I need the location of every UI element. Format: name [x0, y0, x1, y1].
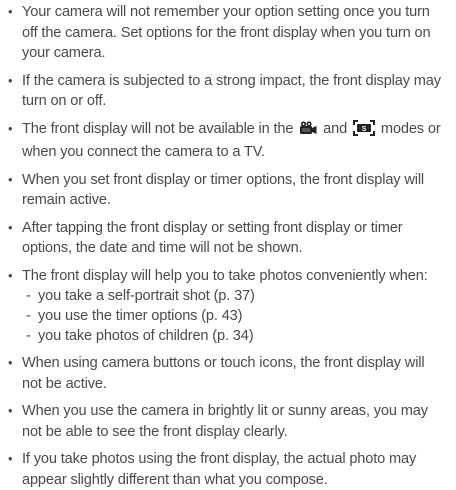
sub-item-text: you use the timer options (p. 43): [38, 308, 243, 324]
bullet: •: [8, 4, 13, 19]
note-item: • If you take photos using the front dis…: [6, 449, 446, 490]
note-item: • The front display will not be availabl…: [6, 119, 446, 163]
sub-list-item: - you take photos of children (p. 34): [22, 326, 446, 346]
note-item: • When you set front display or timer op…: [6, 170, 446, 211]
bullet: •: [8, 219, 13, 235]
note-text: Your camera will not remember your optio…: [22, 4, 431, 61]
notes-list: • Your camera will not remember your opt…: [6, 2, 446, 490]
notes-page: • Your camera will not remember your opt…: [0, 0, 456, 488]
note-text: If you take photos using the front displ…: [22, 451, 417, 488]
dash: -: [26, 288, 31, 304]
note-text-and: and: [323, 120, 348, 137]
note-item: • When using camera buttons or touch ico…: [6, 353, 446, 394]
movie-mode-icon: [299, 120, 317, 143]
bullet: •: [8, 120, 13, 136]
sub-list-item: - you use the timer options (p. 43): [22, 306, 446, 326]
bullet: •: [8, 355, 13, 370]
svg-text:S: S: [362, 126, 367, 133]
sub-item-text: you take a self-portrait shot (p. 37): [38, 288, 255, 304]
note-item: • If the camera is subjected to a strong…: [6, 71, 446, 112]
note-text: If the camera is subjected to a strong i…: [22, 72, 441, 110]
bullet: •: [8, 451, 13, 466]
dash: -: [26, 308, 31, 324]
note-text: After tapping the front display or setti…: [22, 219, 403, 257]
bullet: •: [8, 403, 13, 418]
note-item: • The front display will help you to tak…: [6, 266, 446, 347]
note-text: The front display will help you to take …: [22, 267, 428, 284]
note-text: When you use the camera in brightly lit …: [22, 403, 428, 440]
dash: -: [26, 328, 31, 344]
bullet: •: [8, 171, 13, 187]
note-text: When you set front display or timer opti…: [22, 171, 425, 209]
note-item: • After tapping the front display or set…: [6, 218, 446, 259]
sub-list: - you take a self-portrait shot (p. 37) …: [22, 286, 446, 346]
sub-list-item: - you take a self-portrait shot (p. 37): [22, 286, 446, 306]
note-text: When using camera buttons or touch icons…: [22, 355, 425, 392]
note-item: • Your camera will not remember your opt…: [6, 2, 446, 64]
note-item: • When you use the camera in brightly li…: [6, 401, 446, 442]
bullet: •: [8, 72, 13, 88]
smart-scene-detection-mode-icon: S: [352, 119, 375, 143]
note-text-before: The front display will not be available …: [22, 120, 294, 137]
bullet: •: [8, 267, 13, 283]
sub-item-text: you take photos of children (p. 34): [38, 328, 254, 344]
